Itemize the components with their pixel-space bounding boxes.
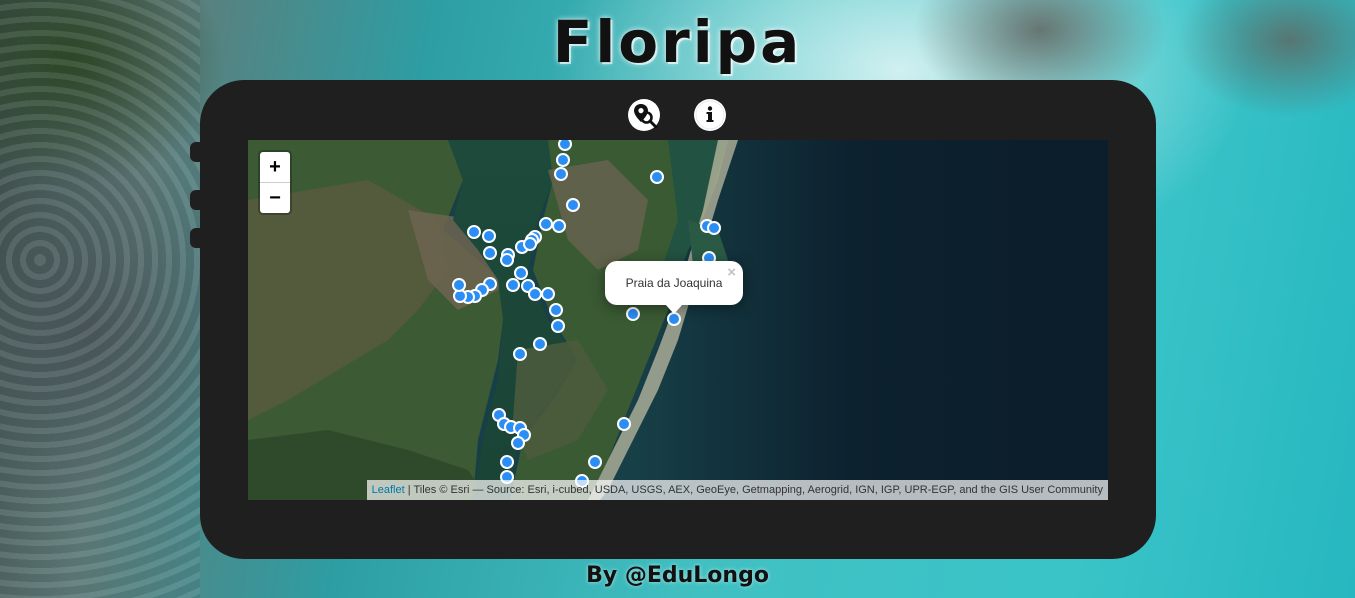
beach-marker[interactable] bbox=[500, 455, 514, 469]
toolbar bbox=[628, 99, 726, 133]
page-title: Floripa bbox=[552, 8, 803, 76]
beach-marker[interactable] bbox=[667, 312, 681, 326]
beach-marker[interactable] bbox=[650, 170, 664, 184]
beach-popup: Praia da Joaquina × bbox=[605, 261, 743, 314]
beach-marker[interactable] bbox=[539, 217, 553, 231]
beach-marker[interactable] bbox=[482, 229, 496, 243]
beach-marker[interactable] bbox=[523, 237, 537, 251]
beach-marker[interactable] bbox=[556, 153, 570, 167]
beach-marker[interactable] bbox=[483, 246, 497, 260]
popup-text: Praia da Joaquina bbox=[625, 276, 723, 290]
beach-marker[interactable] bbox=[551, 319, 565, 333]
beach-marker[interactable] bbox=[511, 436, 525, 450]
zoom-control: + − bbox=[260, 152, 290, 213]
beach-marker[interactable] bbox=[541, 287, 555, 301]
beach-marker[interactable] bbox=[513, 347, 527, 361]
close-icon[interactable]: × bbox=[727, 264, 736, 281]
beach-marker[interactable] bbox=[452, 278, 466, 292]
info-button[interactable] bbox=[694, 99, 726, 131]
zoom-out-button[interactable]: − bbox=[260, 182, 290, 213]
leaflet-link[interactable]: Leaflet bbox=[372, 484, 405, 496]
map-attribution: Leaflet | Tiles © Esri — Source: Esri, i… bbox=[366, 480, 1108, 500]
beach-marker[interactable] bbox=[506, 278, 520, 292]
info-icon bbox=[695, 100, 725, 130]
attribution-text: | Tiles © Esri — Source: Esri, i-cubed, … bbox=[404, 484, 1103, 496]
beach-marker[interactable] bbox=[707, 221, 721, 235]
beach-marker[interactable] bbox=[554, 167, 568, 181]
beach-marker[interactable] bbox=[626, 307, 640, 321]
beach-marker[interactable] bbox=[549, 303, 563, 317]
footer-credit: By @EduLongo bbox=[586, 563, 769, 588]
beach-marker[interactable] bbox=[500, 253, 514, 267]
map-pin-search-icon bbox=[634, 104, 658, 129]
beach-marker[interactable] bbox=[617, 417, 631, 431]
map-view[interactable]: + − Praia da Joaquina × Leaflet | Tiles … bbox=[248, 140, 1108, 500]
beach-marker[interactable] bbox=[533, 337, 547, 351]
beach-marker[interactable] bbox=[566, 198, 580, 212]
beach-marker[interactable] bbox=[552, 219, 566, 233]
background-rocks bbox=[0, 0, 200, 598]
beach-marker[interactable] bbox=[528, 287, 542, 301]
beach-marker[interactable] bbox=[467, 225, 481, 239]
popup-tip bbox=[665, 304, 683, 314]
zoom-in-button[interactable]: + bbox=[260, 152, 290, 182]
search-location-button[interactable] bbox=[628, 99, 660, 131]
beach-marker[interactable] bbox=[588, 455, 602, 469]
